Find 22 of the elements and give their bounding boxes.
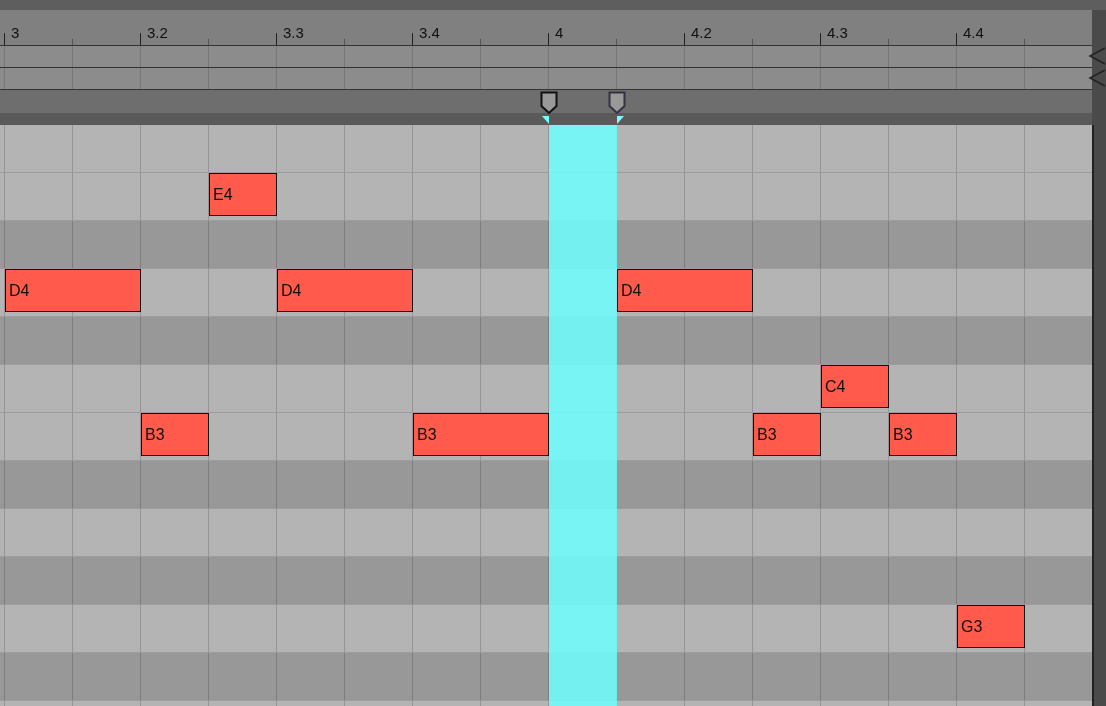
midi-note[interactable]: B3	[753, 413, 821, 456]
midi-note[interactable]: D4	[5, 269, 141, 312]
midi-note[interactable]: B3	[889, 413, 957, 456]
beat-label: 4	[554, 24, 564, 42]
triangle-left-icon	[1088, 46, 1106, 66]
beat-label: 4.3	[826, 24, 848, 42]
midi-note[interactable]: G3	[957, 605, 1025, 648]
loop-end-marker-icon[interactable]	[608, 91, 626, 125]
midi-note[interactable]: B3	[413, 413, 549, 456]
beat-label: 3.2	[146, 24, 168, 42]
beat-label: 3.3	[282, 24, 304, 42]
triangle-left-icon	[1088, 68, 1106, 88]
midi-note[interactable]: C4	[821, 365, 889, 408]
beat-label: 3.4	[418, 24, 440, 42]
midi-note[interactable]: D4	[617, 269, 753, 312]
beat-label: 4.4	[962, 24, 984, 42]
midi-note[interactable]: B3	[141, 413, 209, 456]
beat-label: 3	[10, 24, 20, 42]
loop-start-marker-icon[interactable]	[540, 91, 558, 125]
midi-note[interactable]: D4	[277, 269, 413, 312]
midi-note[interactable]: E4	[209, 173, 277, 216]
beat-label: 4.2	[690, 24, 712, 42]
